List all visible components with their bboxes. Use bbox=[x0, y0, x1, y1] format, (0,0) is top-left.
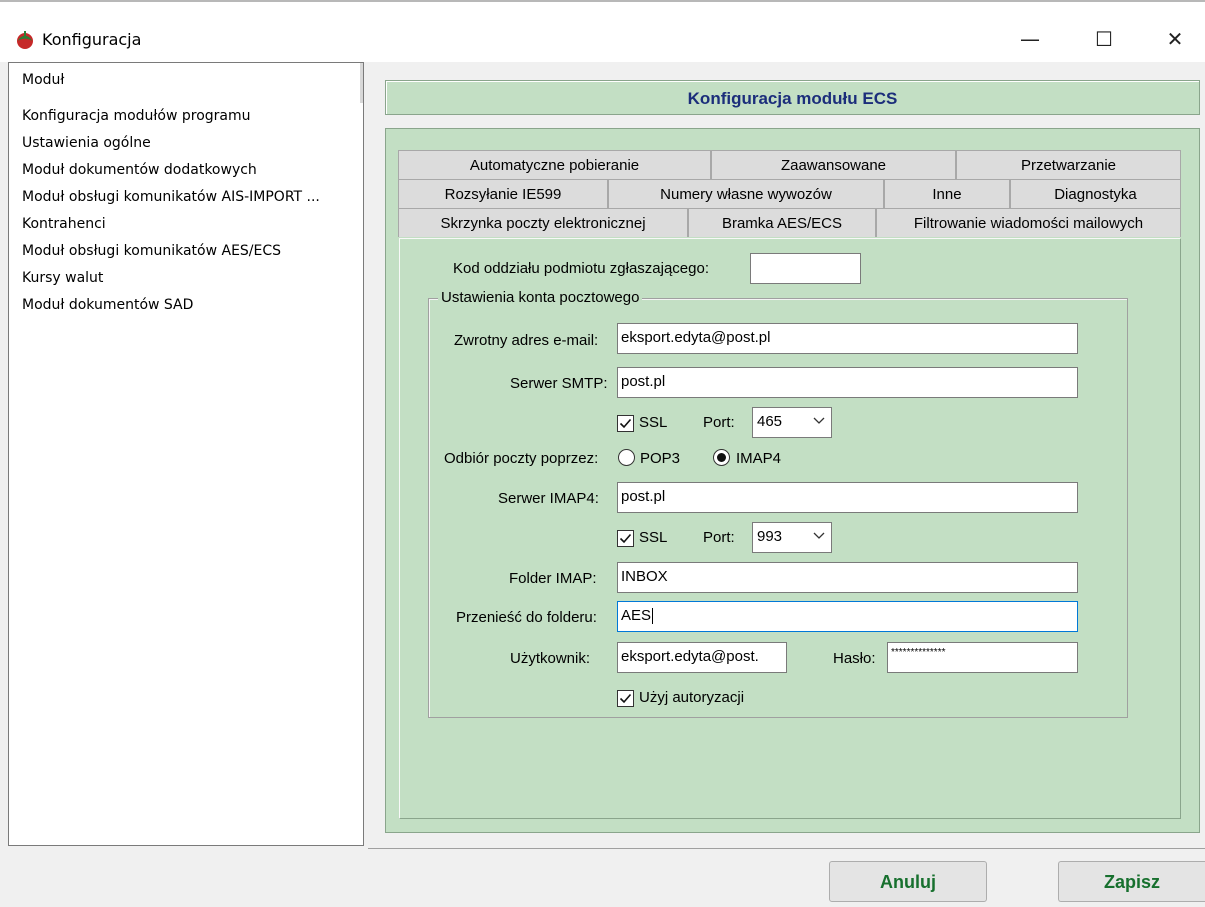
pop3-radio[interactable] bbox=[618, 449, 635, 466]
tree-item-kursy-walut[interactable]: Kursy walut bbox=[22, 270, 103, 286]
tree-item-kontrahenci[interactable]: Kontrahenci bbox=[22, 216, 106, 232]
check-icon bbox=[619, 533, 632, 544]
smtp-port-select[interactable]: 465 bbox=[752, 407, 832, 438]
smtp-port-value: 465 bbox=[757, 413, 783, 430]
cancel-button[interactable]: Anuluj bbox=[829, 861, 987, 902]
tab-diagnostyka[interactable]: Diagnostyka bbox=[1010, 179, 1181, 208]
user-label: Użytkownik: bbox=[510, 650, 591, 667]
folder-imap-label: Folder IMAP: bbox=[509, 570, 597, 587]
window-title: Konfiguracja bbox=[42, 30, 142, 49]
imap-ssl-label: SSL bbox=[639, 529, 668, 546]
tab-numery-wlasne[interactable]: Numery własne wywozów bbox=[608, 179, 884, 208]
tree-item-aes-ecs[interactable]: Moduł obsługi komunikatów AES/ECS bbox=[22, 243, 281, 259]
tab-przetwarzanie[interactable]: Przetwarzanie bbox=[956, 150, 1181, 179]
module-tree[interactable]: Moduł Konfiguracja modułów programu Usta… bbox=[8, 62, 364, 846]
smtp-ssl-label: SSL bbox=[639, 414, 668, 431]
auth-checkbox[interactable] bbox=[617, 690, 634, 707]
chevron-down-icon bbox=[813, 417, 825, 424]
tree-item-ais-import[interactable]: Moduł obsługi komunikatów AIS-IMPORT ... bbox=[22, 189, 320, 205]
tree-item-modul[interactable]: Moduł bbox=[22, 72, 64, 88]
przenies-label: Przenieść do folderu: bbox=[456, 609, 597, 626]
email-label: Zwrotny adres e-mail: bbox=[454, 332, 599, 349]
smtp-label: Serwer SMTP: bbox=[510, 375, 608, 392]
radio-selected-dot bbox=[717, 453, 726, 462]
close-button[interactable]: ✕ bbox=[1152, 16, 1198, 62]
smtp-port-label: Port: bbox=[703, 414, 735, 431]
app-icon bbox=[17, 31, 33, 49]
tab-zaawansowane[interactable]: Zaawansowane bbox=[711, 150, 956, 179]
przenies-value: AES bbox=[621, 607, 652, 624]
maximize-icon: ☐ bbox=[1095, 27, 1113, 51]
smtp-input[interactable]: post.pl bbox=[617, 367, 1078, 398]
tree-scrollbar[interactable] bbox=[360, 63, 363, 103]
tab-skrzynka[interactable]: Skrzynka poczty elektronicznej bbox=[398, 208, 688, 237]
user-input[interactable]: eksport.edyta@post. bbox=[617, 642, 787, 673]
panel-divider bbox=[368, 848, 1205, 849]
chevron-down-icon bbox=[813, 532, 825, 539]
page-title: Konfiguracja modułu ECS bbox=[687, 89, 898, 108]
save-button[interactable]: Zapisz bbox=[1058, 861, 1205, 902]
tab-bramka-aes-ecs[interactable]: Bramka AES/ECS bbox=[688, 208, 876, 237]
minimize-icon: — bbox=[1020, 27, 1040, 51]
przenies-input[interactable]: AES bbox=[617, 601, 1078, 632]
imap-ssl-checkbox[interactable] bbox=[617, 530, 634, 547]
tab-filtrowanie[interactable]: Filtrowanie wiadomości mailowych bbox=[876, 208, 1181, 237]
pop3-label: POP3 bbox=[640, 450, 681, 467]
tab-rozsylanie-ie599[interactable]: Rozsyłanie IE599 bbox=[398, 179, 608, 208]
text-caret bbox=[652, 608, 654, 625]
tree-item-dokumenty-dodatkowe[interactable]: Moduł dokumentów dodatkowych bbox=[22, 162, 257, 178]
password-input[interactable]: ************** bbox=[887, 642, 1078, 673]
maximize-button[interactable]: ☐ bbox=[1081, 16, 1127, 62]
minimize-button[interactable]: — bbox=[1007, 16, 1053, 62]
imap-port-value: 993 bbox=[757, 528, 783, 545]
password-label: Hasło: bbox=[833, 650, 876, 667]
folder-imap-input[interactable]: INBOX bbox=[617, 562, 1078, 593]
imap4-label: IMAP4 bbox=[736, 450, 782, 467]
check-icon bbox=[619, 418, 632, 429]
imap-server-label: Serwer IMAP4: bbox=[498, 490, 599, 507]
title-bar: Konfiguracja — ☐ ✕ bbox=[0, 0, 1205, 62]
check-icon bbox=[619, 693, 632, 704]
tree-item-konfiguracja-modulow[interactable]: Konfiguracja modułów programu bbox=[22, 108, 251, 124]
kod-oddzialu-label: Kod oddziału podmiotu zgłaszającego: bbox=[453, 260, 710, 277]
header-panel: Konfiguracja modułu ECS bbox=[385, 80, 1200, 115]
smtp-ssl-checkbox[interactable] bbox=[617, 415, 634, 432]
imap-port-select[interactable]: 993 bbox=[752, 522, 832, 553]
tab-inne[interactable]: Inne bbox=[884, 179, 1010, 208]
imap4-radio[interactable] bbox=[713, 449, 730, 466]
tree-item-dokumenty-sad[interactable]: Moduł dokumentów SAD bbox=[22, 297, 193, 313]
imap-port-label: Port: bbox=[703, 529, 735, 546]
email-input[interactable]: eksport.edyta@post.pl bbox=[617, 323, 1078, 354]
imap-server-input[interactable]: post.pl bbox=[617, 482, 1078, 513]
odbior-label: Odbiór poczty poprzez: bbox=[444, 450, 599, 467]
mail-account-group-title: Ustawienia konta pocztowego bbox=[438, 289, 643, 306]
close-icon: ✕ bbox=[1166, 27, 1184, 51]
tab-automatyczne-pobieranie[interactable]: Automatyczne pobieranie bbox=[398, 150, 711, 179]
tree-item-ustawienia-ogolne[interactable]: Ustawienia ogólne bbox=[22, 135, 151, 151]
kod-oddzialu-input[interactable] bbox=[750, 253, 861, 284]
auth-label: Użyj autoryzacji bbox=[639, 689, 745, 706]
